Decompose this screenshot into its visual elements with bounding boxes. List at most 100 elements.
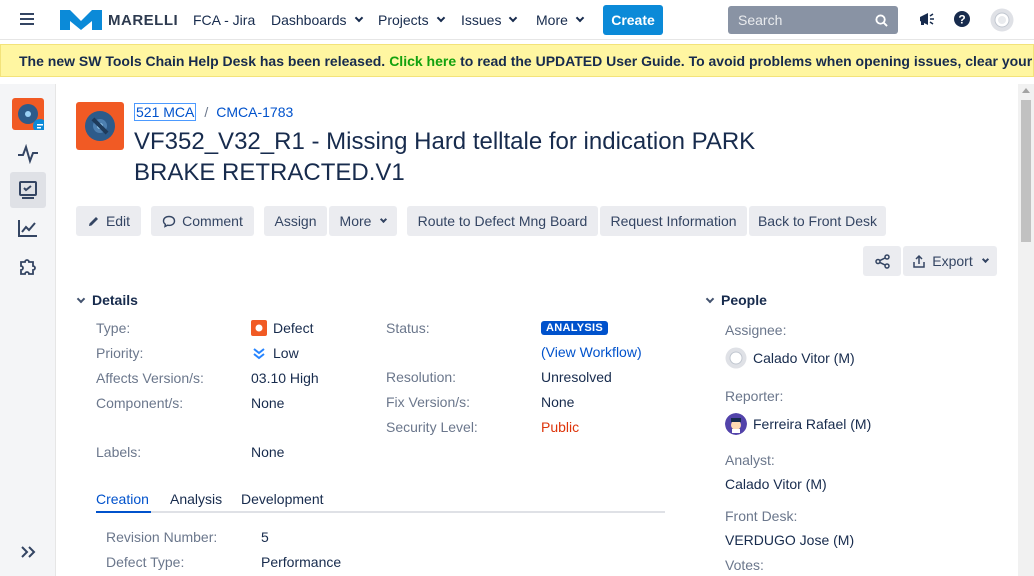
logo-text: MARELLI: [108, 11, 179, 29]
status-label: Status:: [386, 320, 430, 336]
analyst-label: Analyst:: [725, 452, 775, 468]
issue-summary[interactable]: VF352_V32_R1 - Missing Hard telltale for…: [134, 126, 834, 188]
defect-type-value: Performance: [261, 554, 342, 570]
search-icon[interactable]: [875, 14, 888, 27]
banner-text-after: to read the UPDATED User Guide. To avoid…: [460, 52, 1033, 69]
sidebar-issues[interactable]: [10, 172, 46, 208]
project-disc-icon: [12, 98, 44, 130]
nav-more-label: More: [536, 12, 568, 28]
request-information-button[interactable]: Request Information: [600, 206, 747, 236]
top-navigation-bar: MARELLI FCA - Jira Dashboards Projects I…: [0, 0, 1034, 40]
type-value-text: Defect: [273, 320, 314, 336]
reporter-label: Reporter:: [725, 388, 784, 404]
user-avatar-icon[interactable]: [990, 8, 1014, 32]
collapse-chevron-icon: [76, 294, 86, 303]
nav-issues-label: Issues: [461, 12, 502, 28]
priority-label: Priority:: [96, 345, 144, 361]
scroll-up-arrow-icon[interactable]: [1022, 88, 1030, 93]
assignee-name: Calado Vitor (M): [753, 350, 855, 366]
sidebar-expand[interactable]: [10, 534, 46, 570]
affects-version-value[interactable]: 03.10 High: [251, 370, 319, 386]
marelli-logo-icon: [60, 10, 102, 30]
component-label: Component/s:: [96, 395, 184, 411]
tabs-divider: [96, 511, 665, 513]
search-box: [728, 6, 898, 34]
breadcrumb-project[interactable]: 521 MCA: [134, 103, 197, 121]
back-to-front-desk-button[interactable]: Back to Front Desk: [749, 206, 886, 236]
banner-link[interactable]: Click here: [389, 53, 456, 69]
sidebar-project-avatar[interactable]: [10, 96, 46, 132]
nav-issues[interactable]: Issues: [461, 12, 518, 28]
announcement-banner: The new SW Tools Chain Help Desk has bee…: [0, 44, 1034, 77]
tab-creation[interactable]: Creation: [96, 491, 149, 507]
priority-low-icon: [253, 348, 265, 360]
nav-dashboards[interactable]: Dashboards: [271, 12, 363, 28]
activity-pulse-icon: [18, 144, 38, 164]
breadcrumb-issue-key[interactable]: CMCA-1783: [216, 104, 293, 120]
marelli-logo[interactable]: MARELLI: [60, 8, 178, 32]
breadcrumb: 521 MCA / CMCA-1783: [134, 103, 293, 121]
resolution-label: Resolution:: [386, 369, 457, 385]
status-value: ANALYSIS: [541, 321, 609, 335]
more-actions-label: More: [339, 213, 372, 229]
comment-button[interactable]: Comment: [151, 206, 254, 236]
banner-text-before: The new SW Tools Chain Help Desk has bee…: [19, 52, 386, 69]
export-button[interactable]: Export: [903, 246, 997, 276]
tab-analysis[interactable]: Analysis: [170, 491, 222, 507]
chevron-down-icon: [354, 13, 363, 23]
sidebar-reports[interactable]: [10, 210, 46, 246]
avatar: [725, 347, 747, 369]
nav-dashboards-label: Dashboards: [271, 12, 347, 28]
labels-label: Labels:: [96, 444, 142, 460]
assignee-value[interactable]: Calado Vitor (M): [725, 347, 855, 369]
project-disc-icon: [85, 111, 115, 141]
defect-type-label: Defect Type:: [106, 554, 185, 570]
tab-development[interactable]: Development: [241, 491, 324, 507]
chevron-down-icon: [981, 255, 989, 263]
scrollbar-thumb[interactable]: [1021, 100, 1031, 242]
page-scrollbar[interactable]: [1018, 84, 1034, 576]
share-button[interactable]: [863, 246, 901, 276]
nav-projects[interactable]: Projects: [378, 12, 445, 28]
security-level-value: Public: [541, 419, 580, 435]
details-title: Details: [92, 292, 138, 308]
sidebar-activity[interactable]: [10, 136, 46, 172]
component-value: None: [251, 395, 285, 411]
edit-button[interactable]: Edit: [76, 206, 141, 236]
revision-number-value: 5: [261, 529, 269, 545]
issue-view: 521 MCA / CMCA-1783 VF352_V32_R1 - Missi…: [56, 84, 1018, 576]
megaphone-icon[interactable]: [918, 10, 936, 28]
defect-type-icon: [251, 320, 267, 336]
comment-button-label: Comment: [182, 213, 243, 229]
analyst-value[interactable]: Calado Vitor (M): [725, 476, 827, 492]
revision-number-label: Revision Number:: [106, 529, 218, 545]
people-title: People: [721, 292, 767, 308]
double-chevron-right-icon: [21, 546, 36, 558]
view-workflow-link[interactable]: (View Workflow): [541, 344, 642, 360]
security-level-label: Security Level:: [386, 419, 478, 435]
project-avatar[interactable]: [76, 102, 124, 150]
sidebar-addons[interactable]: [10, 248, 46, 284]
help-icon[interactable]: ?: [953, 10, 971, 28]
front-desk-value[interactable]: VERDUGO Jose (M): [725, 532, 854, 548]
nav-more[interactable]: More: [536, 12, 585, 28]
chevron-down-icon: [380, 215, 388, 223]
export-icon: [913, 254, 926, 268]
export-button-label: Export: [932, 253, 973, 269]
search-input[interactable]: [728, 6, 868, 34]
front-desk-label: Front Desk:: [725, 508, 798, 524]
menu-icon[interactable]: [20, 13, 34, 25]
route-to-defect-button[interactable]: Route to Defect Mng Board: [407, 206, 598, 236]
assignee-label: Assignee:: [725, 322, 787, 338]
puzzle-icon: [20, 259, 36, 275]
type-label: Type:: [96, 320, 131, 336]
app-title[interactable]: FCA - Jira: [193, 12, 255, 28]
assign-button[interactable]: Assign: [264, 206, 327, 236]
details-section-toggle[interactable]: Details: [76, 292, 138, 308]
more-actions-button[interactable]: More: [329, 206, 397, 236]
collapse-chevron-icon: [705, 294, 715, 303]
people-section-toggle[interactable]: People: [705, 292, 767, 308]
issues-board-icon: [19, 181, 37, 199]
create-button[interactable]: Create: [603, 5, 663, 35]
reporter-value[interactable]: Ferreira Rafael (M): [725, 413, 871, 435]
